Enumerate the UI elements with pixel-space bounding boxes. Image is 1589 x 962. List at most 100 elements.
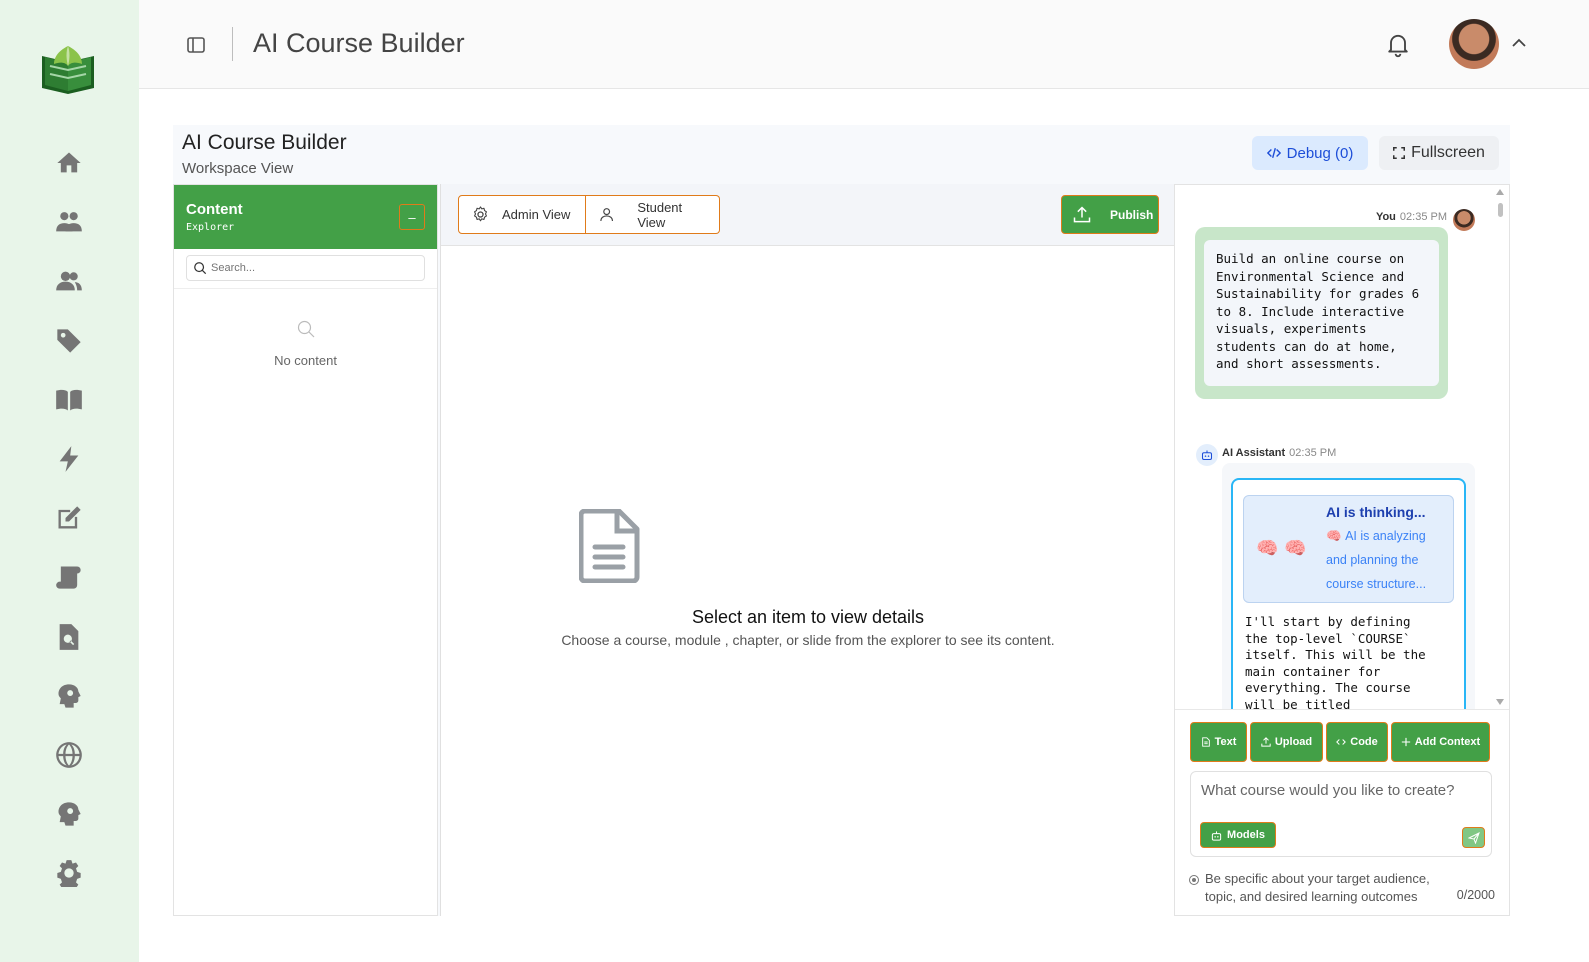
admin-view-label: Admin View — [502, 207, 571, 222]
character-counter: 0/2000 — [1456, 888, 1495, 902]
admin-view-button[interactable]: Admin View — [458, 195, 586, 234]
nav-groups[interactable] — [52, 264, 86, 298]
plus-icon — [1401, 737, 1410, 747]
text-button[interactable]: Text — [1190, 722, 1247, 762]
sidebar — [0, 0, 139, 962]
app-logo[interactable] — [40, 42, 96, 96]
search-icon — [297, 320, 314, 338]
publish-button[interactable]: Publish — [1061, 195, 1159, 234]
brain-icon: 🧠🧠 — [1256, 538, 1313, 558]
chat-messages[interactable]: You 02:35 PM Build an online course on En… — [1175, 185, 1509, 709]
assistant-message-text: I'll start by defining the top-level `CO… — [1245, 614, 1426, 709]
explorer-search-input[interactable] — [211, 262, 411, 274]
nav-scroll[interactable] — [52, 560, 86, 594]
nav-globe[interactable] — [52, 738, 86, 772]
chat-scrollbar[interactable] — [1496, 187, 1507, 707]
target-icon — [1189, 875, 1199, 885]
workspace-title: AI Course Builder — [182, 131, 347, 154]
thinking-indicator: 🧠🧠 AI is thinking... 🧠 AI is analyzing a… — [1243, 495, 1454, 603]
chevron-up-icon — [1512, 38, 1526, 47]
page-title: AI Course Builder — [253, 28, 465, 58]
code-icon — [1336, 739, 1347, 745]
upload-icon — [1261, 737, 1271, 747]
user-message-time: 02:35 PM — [1399, 211, 1447, 223]
document-icon — [578, 508, 641, 588]
nav-ai-head[interactable] — [52, 679, 86, 713]
assistant-message-meta: AI Assistant 02:35 PM — [1222, 447, 1336, 459]
head-gear-icon — [58, 802, 81, 826]
code-icon — [1266, 148, 1281, 158]
fullscreen-label: Fullscreen — [1411, 144, 1485, 161]
explorer-title: Content — [186, 201, 243, 218]
prompt-hint-text: Be specific about your target audience, … — [1205, 871, 1430, 904]
user-message-avatar — [1453, 209, 1475, 231]
send-icon — [1467, 831, 1480, 844]
text-button-label: Text — [1214, 736, 1237, 748]
detail-toolbar: Admin View Student View Publish — [441, 184, 1174, 246]
home-icon — [57, 152, 81, 173]
edit-icon — [58, 506, 81, 529]
bell-icon — [1388, 34, 1408, 58]
user-avatar[interactable] — [1449, 19, 1499, 69]
sidebar-toggle-button[interactable] — [184, 33, 208, 57]
ai-chat-panel: You 02:35 PM Build an online course on En… — [1174, 184, 1510, 916]
explorer-collapse-button[interactable]: – — [399, 204, 425, 230]
nav-home[interactable] — [52, 146, 86, 180]
fullscreen-icon — [1393, 147, 1406, 159]
user-message-meta: You 02:35 PM — [1376, 211, 1447, 223]
workspace: AI Course Builder Workspace View Debug (… — [173, 125, 1510, 916]
fullscreen-button[interactable]: Fullscreen — [1379, 136, 1499, 170]
explorer-empty-text: No content — [274, 353, 337, 368]
notifications-button[interactable] — [1384, 30, 1412, 58]
scroll-down-arrow[interactable] — [1496, 699, 1504, 705]
explorer-empty-state: No content — [174, 319, 437, 368]
search-icon — [194, 262, 207, 275]
head-gear-icon — [58, 684, 81, 708]
user-message-text: Build an online course on Environmental … — [1204, 240, 1439, 386]
detail-panel: Admin View Student View Publish Select a… — [440, 184, 1174, 916]
assistant-name: AI Assistant — [1222, 447, 1286, 459]
scroll-thumb[interactable] — [1498, 203, 1503, 217]
debug-button[interactable]: Debug (0) — [1252, 136, 1368, 170]
tag-icon — [57, 329, 81, 353]
user-name: You — [1375, 211, 1396, 223]
book-icon — [56, 389, 82, 411]
header-divider — [232, 27, 233, 61]
code-button-label: Code — [1350, 736, 1378, 748]
student-view-button[interactable]: Student View — [586, 195, 720, 234]
settings-icon — [57, 860, 81, 887]
prompt-input[interactable] — [1201, 782, 1481, 808]
robot-icon — [1201, 450, 1213, 461]
models-button[interactable]: Models — [1200, 822, 1276, 848]
users-icon — [56, 212, 82, 232]
debug-label: Debug (0) — [1286, 144, 1354, 162]
code-button[interactable]: Code — [1326, 722, 1388, 762]
nav-edit[interactable] — [52, 501, 86, 535]
nav-ai-head-2[interactable] — [52, 797, 86, 831]
send-button[interactable] — [1462, 827, 1485, 848]
add-context-label: Add Context — [1414, 736, 1481, 748]
nav-users[interactable] — [52, 205, 86, 239]
scroll-icon — [56, 566, 81, 589]
explorer-search — [174, 249, 437, 289]
assistant-message-time: 02:35 PM — [1289, 447, 1337, 459]
upload-button[interactable]: Upload — [1250, 722, 1323, 762]
nav-books[interactable] — [52, 383, 86, 417]
thinking-title: AI is thinking... — [1326, 504, 1426, 520]
bolt-icon — [59, 446, 79, 472]
student-view-label: Student View — [637, 199, 683, 230]
composer-tools: Text Upload Code Add Context — [1190, 722, 1490, 762]
nav-settings[interactable] — [52, 856, 86, 890]
explorer-search-box[interactable] — [186, 255, 425, 281]
file-search-icon — [59, 624, 79, 650]
upload-button-label: Upload — [1274, 736, 1313, 748]
account-menu-toggle[interactable] — [1510, 34, 1528, 52]
chat-composer: Text Upload Code Add Context What course… — [1175, 709, 1509, 915]
scroll-up-arrow[interactable] — [1496, 189, 1504, 195]
nav-tags[interactable] — [52, 324, 86, 358]
upload-icon — [1073, 205, 1091, 222]
prompt-box: Models — [1190, 771, 1492, 857]
nav-file-search[interactable] — [52, 620, 86, 654]
add-context-button[interactable]: Add Context — [1391, 722, 1490, 762]
nav-actions[interactable] — [52, 442, 86, 476]
